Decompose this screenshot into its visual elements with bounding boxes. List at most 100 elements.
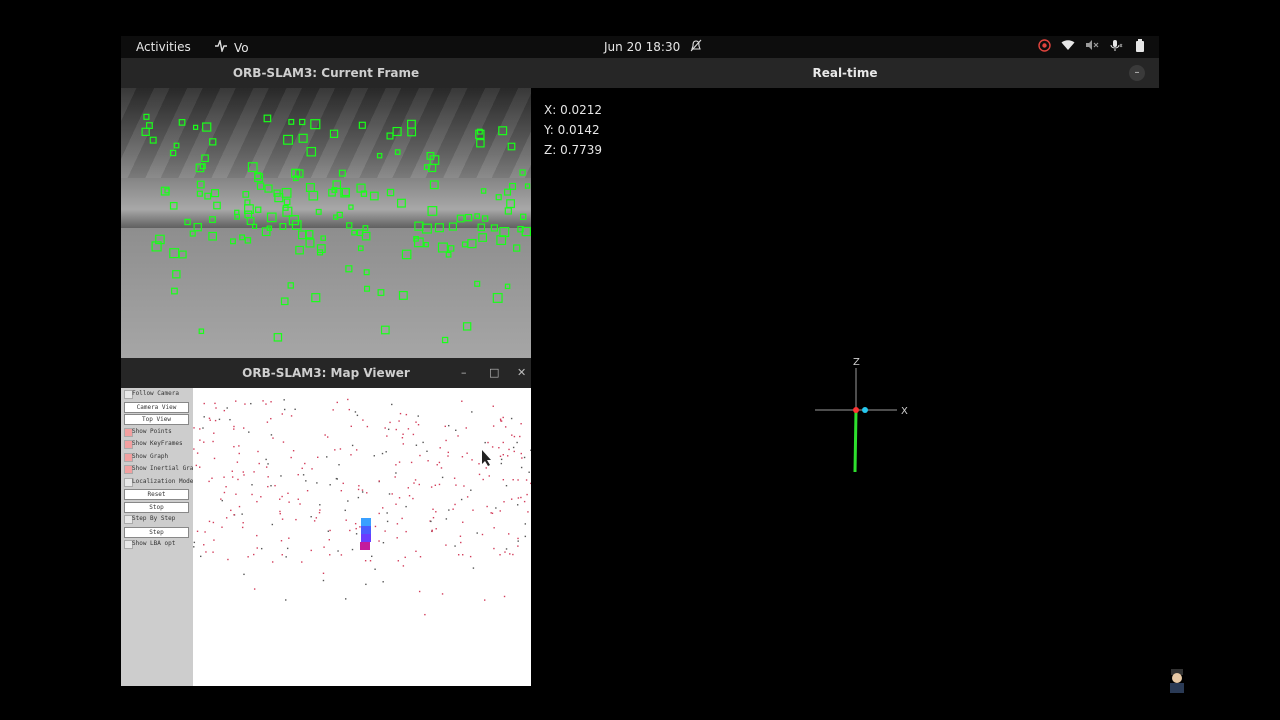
feature-marker xyxy=(169,248,180,259)
wifi-icon[interactable] xyxy=(1061,39,1075,53)
map-point xyxy=(203,402,205,405)
map-point xyxy=(193,546,195,548)
map-viewer-titlebar[interactable]: ORB-SLAM3: Map Viewer – □ ✕ xyxy=(121,358,531,388)
map-point xyxy=(407,487,410,489)
feature-marker xyxy=(499,227,510,238)
axes-gizmo: Z X xyxy=(815,357,908,473)
app-icon xyxy=(214,38,228,55)
map-point xyxy=(272,437,274,439)
system-tray[interactable] xyxy=(1037,39,1147,53)
map-point xyxy=(506,455,509,457)
map-point xyxy=(326,456,328,458)
panel-button[interactable]: Top View xyxy=(124,414,189,425)
map-point xyxy=(305,480,307,482)
panel-row: Show Inertial Graph xyxy=(121,463,201,476)
maximize-button[interactable]: □ xyxy=(489,358,499,388)
map-point xyxy=(227,558,229,561)
map-point xyxy=(491,446,494,448)
map-point xyxy=(290,415,293,417)
map-point xyxy=(193,541,196,544)
map-point xyxy=(445,439,447,442)
feature-marker xyxy=(496,235,507,245)
map-point xyxy=(386,435,388,437)
feature-marker xyxy=(273,333,283,342)
feature-marker xyxy=(196,180,205,189)
map-point xyxy=(472,509,474,511)
minimize-button[interactable]: – xyxy=(461,358,467,388)
map-point xyxy=(520,452,522,455)
map-points-overlay xyxy=(193,398,532,616)
realtime-titlebar[interactable]: Real-time xyxy=(531,58,1159,88)
map-point xyxy=(462,554,464,556)
feature-marker xyxy=(288,118,295,125)
panel-checkbox-label: Show Graph xyxy=(132,452,169,460)
activities-button[interactable]: Activities xyxy=(136,40,191,54)
map-point xyxy=(238,505,241,508)
map-point xyxy=(378,512,380,515)
panel-button[interactable]: Step xyxy=(124,526,189,538)
realtime-minimize-button[interactable]: – xyxy=(1129,65,1145,81)
map-point xyxy=(461,400,463,402)
feature-marker xyxy=(480,188,487,194)
map-point xyxy=(499,510,501,512)
map-point xyxy=(208,417,211,419)
map-point xyxy=(211,477,213,479)
map-point xyxy=(374,525,377,528)
map-point xyxy=(438,483,441,486)
map-point xyxy=(229,418,231,421)
volume-muted-icon[interactable] xyxy=(1085,39,1099,53)
map-point xyxy=(504,551,506,553)
screen-recording-icon[interactable] xyxy=(1037,39,1051,53)
map-point xyxy=(447,455,449,457)
map-point xyxy=(336,401,338,404)
feature-marker xyxy=(427,206,438,216)
feature-marker xyxy=(311,293,321,303)
map-point xyxy=(271,561,274,563)
notifications-off-icon[interactable] xyxy=(690,39,702,56)
map-point xyxy=(233,428,235,430)
map-point xyxy=(382,507,384,509)
feature-marker xyxy=(316,244,326,253)
map-point xyxy=(214,402,216,405)
map-point xyxy=(354,411,357,413)
panel-button[interactable]: Reset xyxy=(124,489,189,500)
map-point xyxy=(348,408,351,411)
map-point xyxy=(384,427,386,429)
panel-button[interactable]: Stop xyxy=(124,501,189,513)
map-point xyxy=(500,420,503,422)
map-point xyxy=(313,520,316,522)
map-point xyxy=(294,408,296,411)
map-point xyxy=(371,555,373,558)
close-button[interactable]: ✕ xyxy=(517,358,526,388)
current-frame-image xyxy=(121,88,531,358)
map-point xyxy=(266,421,269,423)
app-menu[interactable]: Vo xyxy=(214,38,249,55)
panel-button[interactable]: Camera View xyxy=(124,401,189,413)
map-point xyxy=(527,511,529,513)
map-point xyxy=(434,484,437,486)
microphone-icon[interactable] xyxy=(1109,39,1123,53)
map-point xyxy=(460,541,462,544)
map-point xyxy=(484,441,486,444)
map-point xyxy=(457,435,459,437)
map-point xyxy=(231,476,234,478)
map-point xyxy=(200,555,202,558)
feature-marker xyxy=(209,138,217,146)
map-point xyxy=(347,398,349,401)
map-canvas[interactable] xyxy=(193,388,532,686)
clock[interactable]: Jun 20 18:30 xyxy=(604,40,680,54)
feature-marker xyxy=(386,132,394,140)
battery-icon[interactable] xyxy=(1133,39,1147,53)
map-point xyxy=(265,466,268,468)
map-point xyxy=(517,540,519,542)
map-point xyxy=(281,413,283,415)
map-point xyxy=(196,452,199,454)
map-point xyxy=(438,461,441,464)
map-point xyxy=(316,482,318,484)
current-frame-titlebar[interactable]: ORB-SLAM3: Current Frame xyxy=(121,58,531,88)
realtime-canvas[interactable]: X: 0.0212 Y: 0.0142 Z: 0.7739 Z X xyxy=(531,88,1159,686)
feature-marker xyxy=(392,126,402,137)
feature-marker xyxy=(261,227,271,237)
map-point xyxy=(457,554,460,556)
feature-marker xyxy=(364,285,371,292)
